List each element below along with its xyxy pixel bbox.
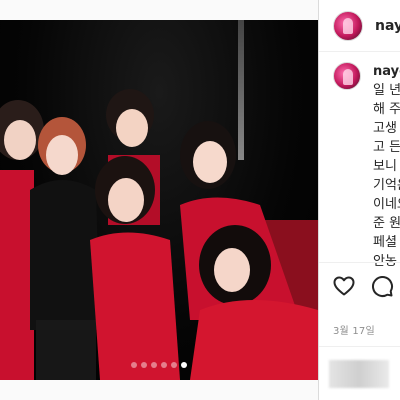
caption-line: 해 주: [373, 102, 400, 117]
carousel-dot[interactable]: [151, 362, 157, 368]
caption-body: nayeo 일 년 해 주 고생 고 든 보니 I 기억은 이네오 준 원. 페…: [373, 62, 400, 271]
person-face: [108, 178, 144, 222]
heart-icon: [333, 276, 355, 296]
photo-illustration: [0, 89, 318, 380]
person-face: [4, 120, 36, 160]
comment-input-area[interactable]: [319, 346, 400, 400]
caption-line: 페셜 -: [373, 235, 400, 250]
blurred-comment: [329, 359, 389, 388]
comment-button[interactable]: [369, 273, 395, 299]
caption-line: 기억은: [373, 178, 400, 193]
speech-bubble-icon: [372, 276, 393, 297]
caption-line: 고생: [373, 121, 397, 136]
post-caption: nayeo 일 년 해 주 고생 고 든 보니 I 기억은 이네오 준 원. 페…: [319, 52, 400, 271]
carousel-dot[interactable]: [141, 362, 147, 368]
carousel-dot[interactable]: [171, 362, 177, 368]
caption-line: 이네오: [373, 197, 400, 212]
carousel-dot[interactable]: [181, 362, 187, 368]
caption-avatar[interactable]: [333, 62, 361, 90]
person-face: [193, 141, 227, 183]
caption-username[interactable]: nayeo: [373, 62, 400, 81]
profile-avatar[interactable]: [333, 10, 363, 41]
like-button[interactable]: [331, 273, 357, 299]
person-face: [116, 109, 148, 147]
caption-line: 준 원.: [373, 216, 400, 231]
person-dress: [190, 300, 318, 380]
caption-line: 일 년: [373, 83, 400, 98]
caption-line: 고 든: [373, 140, 400, 155]
person-legs: [36, 320, 96, 380]
post-date: 3월 17일: [333, 326, 375, 337]
person-dress: [30, 180, 100, 330]
post-actions: [319, 262, 400, 299]
person-dress: [0, 170, 34, 380]
post-photo[interactable]: [0, 20, 318, 380]
header-username[interactable]: nayeo: [375, 18, 400, 34]
post-header: nayeo: [319, 0, 400, 52]
person-dress: [90, 232, 180, 380]
carousel-dot[interactable]: [131, 362, 137, 368]
person-face: [46, 135, 78, 175]
person-face: [214, 248, 250, 292]
carousel-indicators: [0, 362, 318, 368]
carousel-dot[interactable]: [161, 362, 167, 368]
caption-line: 보니 I: [373, 159, 400, 174]
post-sidebar: nayeo nayeo 일 년 해 주 고생 고 든 보니 I 기억은 이네오 …: [318, 0, 400, 400]
